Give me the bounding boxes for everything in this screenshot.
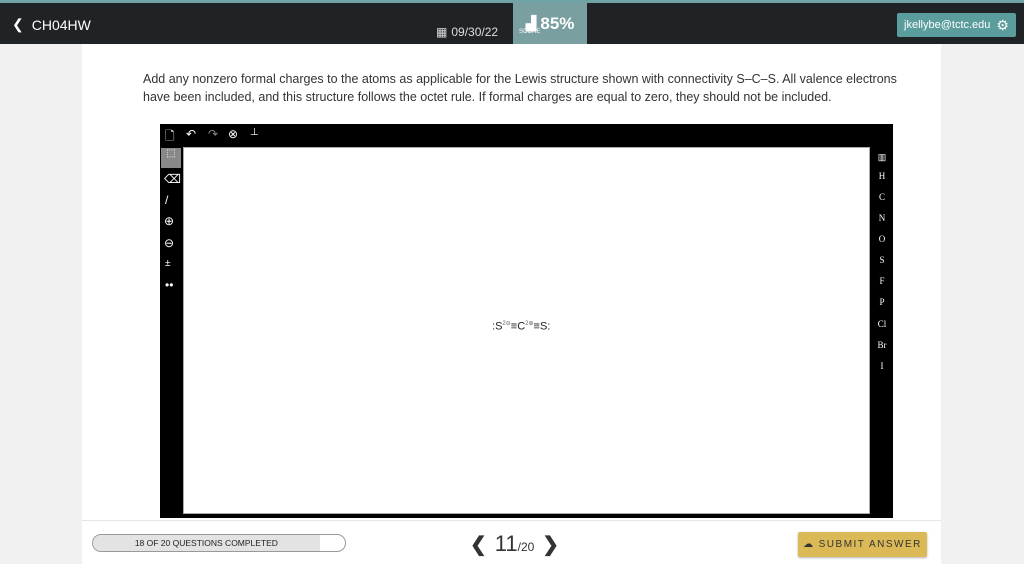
eraser-icon[interactable]: ⌫	[164, 172, 181, 186]
single-bond-icon[interactable]: /	[165, 193, 168, 207]
submit-label: SUBMIT ANSWER	[818, 539, 922, 550]
lone-pair-icon[interactable]: ••	[165, 278, 173, 292]
previous-question-button[interactable]: ❮	[470, 532, 487, 557]
element-s[interactable]: S	[872, 255, 892, 265]
element-p[interactable]: P	[872, 297, 892, 307]
question-panel: Add any nonzero formal charges to the at…	[82, 44, 941, 564]
molecule-editor: 🗋 ↶ ↷ ⊗ ⊥ ⬚ ⌫ / ⊕ ⊖ ± •• ▥ H C N O S F P…	[160, 124, 893, 518]
element-f[interactable]: F	[872, 276, 892, 286]
footer: 18 OF 20 QUESTIONS COMPLETED ❮ 11/20 ❯ ☁…	[82, 520, 941, 564]
charge-arrow-icon[interactable]: ±	[165, 258, 171, 269]
score-badge: ▟ SCORE 85%	[513, 3, 587, 44]
gear-icon: ⚙	[996, 16, 1009, 33]
element-c[interactable]: C	[872, 192, 892, 202]
negative-charge-icon[interactable]: ⊖	[164, 236, 174, 250]
atom-c[interactable]: C	[517, 321, 525, 333]
select-icon[interactable]: ⬚	[161, 148, 181, 168]
score-label: SCORE	[519, 29, 541, 35]
positive-charge-icon[interactable]: ⊕	[164, 214, 174, 228]
undo-icon[interactable]: ↶	[186, 127, 196, 141]
progress-bar: 18 OF 20 QUESTIONS COMPLETED	[92, 534, 346, 552]
element-o[interactable]: O	[872, 234, 892, 244]
2d-coordinates-icon[interactable]: ⊥	[250, 127, 259, 138]
question-nav: ❮ 11/20 ❯	[470, 531, 559, 557]
total-questions: /20	[517, 540, 535, 554]
top-bar: ❮ CH04HW ▦ 09/30/22 ▟ SCORE 85% jkellybe@tct…	[0, 0, 1024, 44]
progress-label: 18 OF 20 QUESTIONS COMPLETED	[134, 538, 278, 548]
calendar-icon: ▦	[436, 25, 448, 39]
periodic-table-icon[interactable]: ▥	[872, 152, 892, 163]
upload-cloud-icon: ☁	[803, 539, 815, 550]
element-i[interactable]: I	[872, 361, 892, 371]
element-h[interactable]: H	[872, 171, 892, 181]
due-date: ▦ 09/30/22	[436, 25, 498, 39]
user-menu-button[interactable]: jkellybe@tctc.edu ⚙	[897, 13, 1016, 37]
lewis-structure[interactable]: :S2⊖≡C2⊕≡S:	[492, 320, 550, 333]
element-br[interactable]: Br	[872, 340, 892, 350]
drawing-canvas[interactable]: :S2⊖≡C2⊕≡S:	[183, 147, 870, 514]
element-cl[interactable]: Cl	[872, 319, 892, 329]
new-document-icon[interactable]: 🗋	[165, 127, 175, 148]
redo-icon[interactable]: ↷	[208, 127, 218, 141]
element-n[interactable]: N	[872, 213, 892, 223]
current-question: 11	[494, 531, 518, 556]
zoom-clean-icon[interactable]: ⊗	[228, 127, 238, 141]
due-date-text: 09/30/22	[451, 25, 499, 39]
next-question-button[interactable]: ❯	[542, 532, 559, 557]
lone-pair: :	[547, 320, 551, 333]
question-text: Add any nonzero formal charges to the at…	[143, 72, 897, 104]
submit-answer-button[interactable]: ☁ SUBMIT ANSWER	[798, 532, 927, 557]
chevron-left-icon: ❮	[12, 16, 24, 32]
user-email: jkellybe@tctc.edu	[904, 19, 991, 31]
score-value: 85%	[540, 13, 575, 33]
back-to-assignment-link[interactable]: ❮ CH04HW	[12, 16, 91, 33]
charge-label: 2⊕	[525, 321, 534, 327]
assignment-title: CH04HW	[31, 16, 91, 33]
charge-label: 2⊖	[502, 321, 511, 327]
